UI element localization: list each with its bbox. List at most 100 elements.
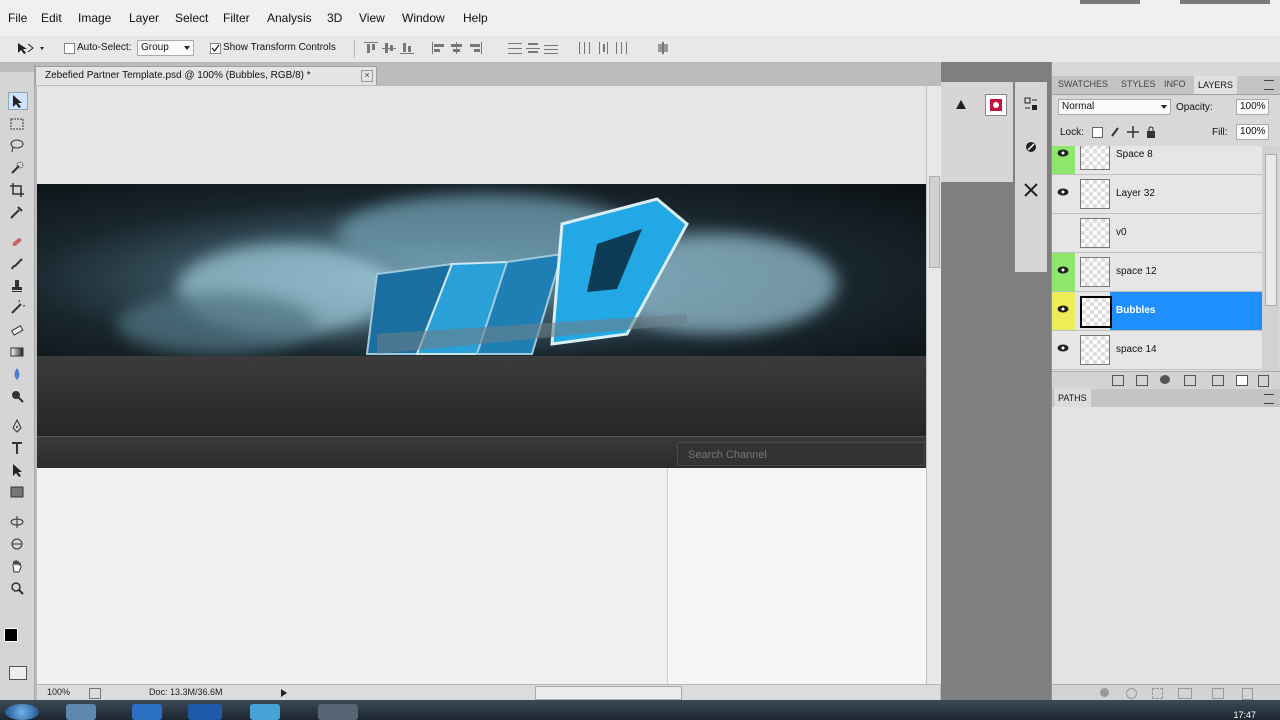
brush-tool-icon[interactable]	[8, 256, 26, 272]
menu-view[interactable]: View	[359, 11, 385, 25]
menu-window[interactable]: Window	[402, 11, 445, 25]
distribute-vcenter-icon[interactable]	[526, 42, 540, 54]
layer-row-selected[interactable]: Bubbles	[1052, 292, 1262, 331]
document-tab[interactable]: Zebefied Partner Template.psd @ 100% (Bu…	[35, 66, 377, 85]
trash-icon[interactable]	[1258, 375, 1269, 387]
type-tool-icon[interactable]	[8, 440, 26, 456]
tab-info[interactable]: INFO	[1164, 79, 1186, 89]
shape-tool-icon[interactable]	[8, 484, 26, 500]
color-panel-icon[interactable]	[985, 94, 1007, 116]
status-options-icon[interactable]	[89, 688, 101, 699]
menu-3d[interactable]: 3D	[327, 11, 342, 25]
foreground-color-swatch[interactable]	[4, 628, 18, 642]
adjustment-layer-icon[interactable]	[1184, 375, 1196, 386]
zoom-tool-icon[interactable]	[8, 580, 26, 596]
align-hcenter-icon[interactable]	[450, 42, 464, 54]
new-layer-icon[interactable]	[1236, 375, 1248, 386]
align-right-icon[interactable]	[468, 42, 482, 54]
menu-image[interactable]: Image	[78, 11, 111, 25]
3d-orbit-tool-icon[interactable]	[8, 536, 26, 552]
window-controls[interactable]	[1180, 0, 1270, 4]
clone-stamp-tool-icon[interactable]	[8, 278, 26, 294]
dodge-tool-icon[interactable]	[8, 388, 26, 404]
layer-style-icon[interactable]	[1136, 375, 1148, 386]
align-bottom-icon[interactable]	[400, 42, 414, 54]
menu-analysis[interactable]: Analysis	[267, 11, 312, 25]
layer-row[interactable]: v0	[1052, 214, 1262, 253]
distribute-right-icon[interactable]	[614, 42, 628, 54]
layer-row[interactable]: Space 8	[1052, 146, 1262, 175]
lock-pixels-icon[interactable]	[1110, 126, 1120, 141]
visibility-toggle[interactable]	[1052, 253, 1075, 291]
move-tool-preset-icon[interactable]	[16, 41, 46, 58]
eraser-tool-icon[interactable]	[8, 322, 26, 338]
move-tool-icon[interactable]	[8, 92, 28, 110]
quick-selection-tool-icon[interactable]	[8, 160, 26, 176]
tab-swatches[interactable]: SWATCHES	[1058, 79, 1108, 89]
opacity-field[interactable]: 100%	[1236, 99, 1269, 115]
menu-filter[interactable]: Filter	[223, 11, 250, 25]
distribute-top-icon[interactable]	[508, 42, 522, 54]
status-menu-arrow-icon[interactable]	[281, 689, 287, 697]
lock-all-icon[interactable]	[1146, 126, 1156, 141]
vertical-scrollbar[interactable]	[926, 86, 941, 684]
tool-presets-icon[interactable]	[1021, 180, 1041, 200]
lasso-tool-icon[interactable]	[8, 138, 26, 154]
tab-layers[interactable]: LAYERS	[1194, 76, 1237, 94]
layer-mask-icon[interactable]	[1160, 375, 1170, 384]
taskbar-photoshop-icon[interactable]	[318, 704, 358, 720]
taskbar-app-icon[interactable]	[250, 704, 280, 720]
new-path-icon[interactable]	[1212, 688, 1224, 699]
horizontal-scroll-thumb[interactable]	[535, 686, 682, 700]
new-group-icon[interactable]	[1212, 375, 1224, 386]
blend-mode-dropdown[interactable]: Normal	[1058, 99, 1171, 115]
masks-icon[interactable]	[1021, 137, 1041, 157]
scroll-thumb[interactable]	[929, 176, 940, 268]
fill-field[interactable]: 100%	[1236, 124, 1269, 140]
distribute-hcenter-icon[interactable]	[596, 42, 610, 54]
gradient-tool-icon[interactable]	[8, 344, 26, 360]
trash-icon[interactable]	[1242, 688, 1253, 700]
start-button[interactable]	[5, 704, 39, 720]
spot-healing-tool-icon[interactable]	[8, 234, 26, 250]
history-brush-tool-icon[interactable]	[8, 300, 26, 316]
stroke-path-icon[interactable]	[1126, 688, 1137, 699]
adjustments-icon[interactable]	[1021, 94, 1041, 114]
layer-row[interactable]: space 14	[1052, 331, 1262, 370]
panel-menu-icon[interactable]	[1264, 394, 1274, 404]
navigator-icon[interactable]	[951, 94, 971, 114]
close-icon[interactable]: ×	[361, 70, 373, 82]
distribute-left-icon[interactable]	[578, 42, 592, 54]
link-layers-icon[interactable]	[1112, 375, 1124, 386]
distribute-bottom-icon[interactable]	[544, 42, 558, 54]
align-vcenter-icon[interactable]	[382, 42, 396, 54]
menu-help[interactable]: Help	[463, 11, 488, 25]
align-top-icon[interactable]	[364, 42, 378, 54]
hand-tool-icon[interactable]	[8, 558, 26, 574]
auto-select-dropdown[interactable]: Group	[137, 40, 194, 56]
auto-select-checkbox[interactable]	[64, 43, 75, 54]
load-selection-icon[interactable]	[1152, 688, 1163, 699]
search-channel-field[interactable]: Search Channel	[677, 442, 925, 466]
tab-styles[interactable]: STYLES	[1121, 79, 1156, 89]
tab-paths[interactable]: PATHS	[1054, 389, 1091, 407]
visibility-toggle[interactable]	[1052, 331, 1075, 369]
visibility-toggle[interactable]	[1052, 175, 1075, 213]
menu-layer[interactable]: Layer	[129, 11, 159, 25]
menu-select[interactable]: Select	[175, 11, 208, 25]
visibility-toggle[interactable]	[1052, 146, 1075, 174]
panel-menu-icon[interactable]	[1264, 80, 1274, 90]
path-selection-tool-icon[interactable]	[8, 462, 26, 478]
taskbar-browser-icon[interactable]	[132, 704, 162, 720]
make-work-path-icon[interactable]	[1178, 688, 1192, 699]
align-left-icon[interactable]	[432, 42, 446, 54]
layer-row[interactable]: space 12	[1052, 253, 1262, 292]
zoom-level[interactable]: 100%	[47, 687, 70, 697]
visibility-toggle[interactable]	[1052, 292, 1075, 330]
menu-edit[interactable]: Edit	[41, 11, 62, 25]
lock-position-icon[interactable]	[1127, 126, 1139, 141]
quick-mask-icon[interactable]	[9, 666, 27, 680]
fill-path-icon[interactable]	[1100, 688, 1109, 697]
pen-tool-icon[interactable]	[8, 418, 26, 434]
eyedropper-tool-icon[interactable]	[8, 204, 26, 220]
